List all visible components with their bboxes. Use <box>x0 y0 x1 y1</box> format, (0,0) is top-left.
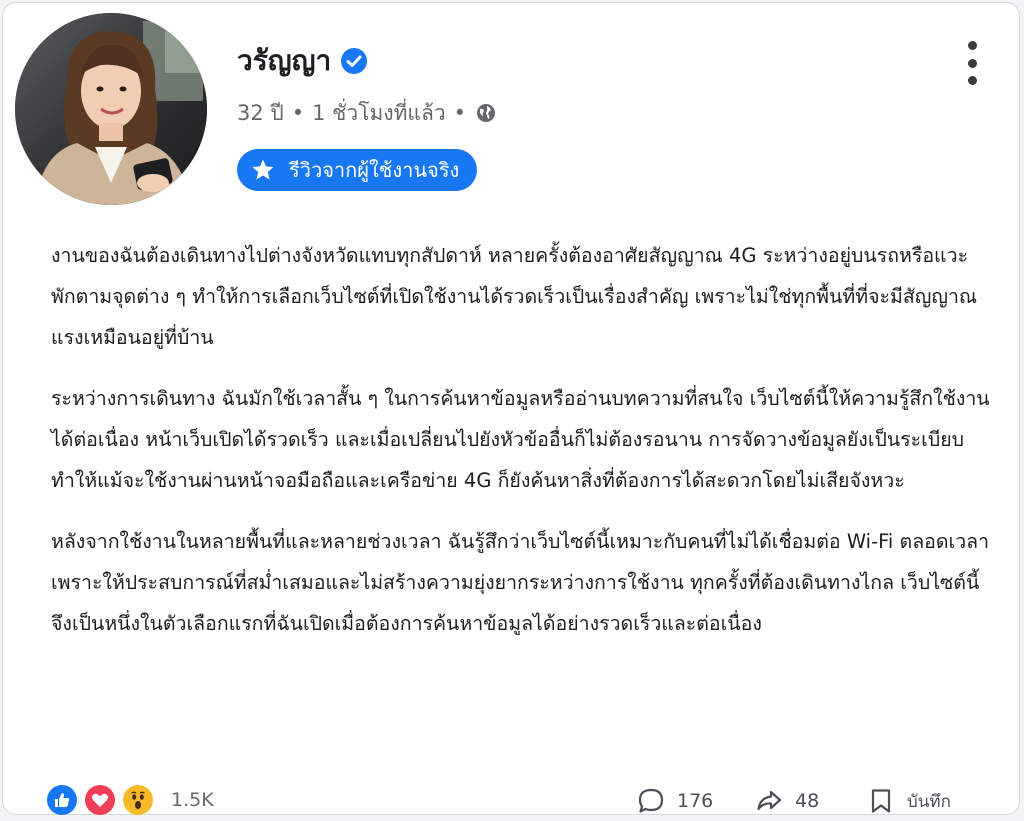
comment-icon <box>638 788 664 813</box>
share-count: 48 <box>795 790 820 812</box>
heart-icon <box>85 785 115 815</box>
more-dot-icon <box>967 41 977 50</box>
verified-badge-icon <box>341 48 368 74</box>
bookmark-icon <box>871 789 891 813</box>
post-card: วรัญญา 32 ปี • 1 ชั่วโมงที่แล้ว • รีวิวจ… <box>2 2 1020 815</box>
badge-label: รีวิวจากผู้ใช้งานจริง <box>289 158 460 182</box>
post-meta: 32 ปี • 1 ชั่วโมงที่แล้ว • <box>237 97 496 129</box>
save-button[interactable]: บันทึก <box>867 787 951 815</box>
star-icon <box>252 159 274 180</box>
comment-button[interactable]: 176 <box>637 787 713 815</box>
meta-separator: • <box>291 101 305 125</box>
verified-review-badge[interactable]: รีวิวจากผู้ใช้งานจริง <box>237 149 478 191</box>
thumbs-up-icon <box>47 785 77 815</box>
meta-separator: • <box>453 101 467 125</box>
avatar[interactable] <box>15 13 207 205</box>
author-header: วรัญญา <box>237 41 368 81</box>
share-icon <box>757 790 782 811</box>
wow-face-icon <box>123 785 153 815</box>
post-paragraph: ระหว่างการเดินทาง ฉันมักใช้เวลาสั้น ๆ ใน… <box>51 387 990 492</box>
author-name[interactable]: วรัญญา <box>237 41 331 81</box>
post-paragraph: งานของฉันต้องเดินทางไปต่างจังหวัดแทบทุกส… <box>51 244 977 349</box>
author-age: 32 ปี <box>237 101 284 125</box>
save-label: บันทึก <box>907 791 951 812</box>
avatar-photo <box>15 13 207 205</box>
more-dot-icon <box>967 58 977 68</box>
post-footer: 1.5K 176 48 บันทึก <box>3 781 1019 821</box>
more-dot-icon <box>967 76 977 85</box>
reactions-summary[interactable]: 1.5K <box>47 785 214 815</box>
comment-count: 176 <box>677 790 714 812</box>
post-paragraph: หลังจากใช้งานในหลายพื้นที่และหลายช่วงเวล… <box>51 530 990 635</box>
reaction-count: 1.5K <box>171 789 214 811</box>
post-body: งานของฉันต้องเดินทางไปต่างจังหวัดแทบทุกส… <box>51 235 991 664</box>
globe-icon[interactable] <box>476 103 496 123</box>
more-options-button[interactable] <box>959 41 985 85</box>
post-time[interactable]: 1 ชั่วโมงที่แล้ว <box>312 97 446 129</box>
share-button[interactable]: 48 <box>755 787 819 815</box>
